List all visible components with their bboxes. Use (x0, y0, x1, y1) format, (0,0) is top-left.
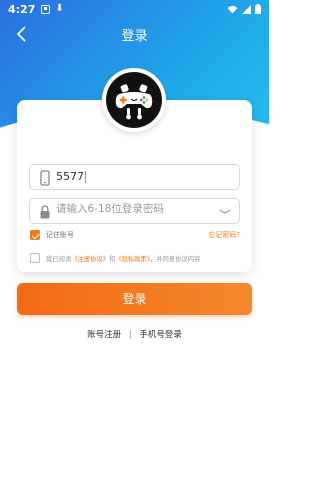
signal-icon (242, 4, 251, 14)
user-agreement-link[interactable]: 《注册协议》 (71, 256, 109, 263)
privacy-policy-link[interactable]: 《隐私政策》 (115, 256, 150, 263)
phone-input[interactable]: 5577 (56, 170, 86, 183)
lock-icon (40, 205, 50, 219)
register-link[interactable]: 账号注册 (87, 330, 121, 340)
app-logo (106, 72, 162, 128)
agreement-row: 我已阅读《注册协议》和《隐私政策》，并同意协议内容 (30, 253, 200, 263)
phone-icon (40, 170, 50, 186)
link-separator: | (128, 330, 132, 340)
wifi-icon (227, 5, 238, 13)
phone-value: 5577 (56, 170, 84, 183)
notification-icon (41, 4, 51, 14)
page-title: 登录 (121, 29, 148, 44)
remember-label: 记住账号 (46, 231, 74, 239)
status-bar: 4:27 ⬇ (0, 0, 269, 18)
password-field[interactable] (29, 198, 240, 224)
forgot-password-link[interactable]: 忘记密码? (208, 230, 240, 240)
eye-closed-icon[interactable] (219, 209, 231, 215)
status-time: 4:27 (8, 2, 36, 16)
download-icon: ⬇ (55, 3, 64, 14)
bottom-links: 账号注册 | 手机号登录 (0, 328, 269, 340)
agreement-text: 我已阅读《注册协议》和《隐私政策》，并同意协议内容 (46, 254, 200, 263)
password-input[interactable] (56, 203, 206, 215)
title-bar: 登录 (0, 22, 269, 46)
gamepad-mascot-icon (115, 84, 153, 120)
agreement-suffix: ，并同意协议内容 (149, 255, 201, 263)
agreement-checkbox[interactable] (30, 253, 40, 263)
agreement-prefix: 我已阅读 (46, 255, 72, 263)
phone-login-link[interactable]: 手机号登录 (139, 330, 182, 340)
battery-icon (255, 4, 261, 14)
remember-account[interactable]: 记住账号 (30, 230, 74, 240)
login-button[interactable]: 登录 (17, 283, 252, 315)
phone-field[interactable]: 5577 (29, 164, 240, 190)
avatar (102, 68, 166, 132)
text-caret (85, 171, 86, 183)
remember-checkbox[interactable] (30, 230, 40, 240)
